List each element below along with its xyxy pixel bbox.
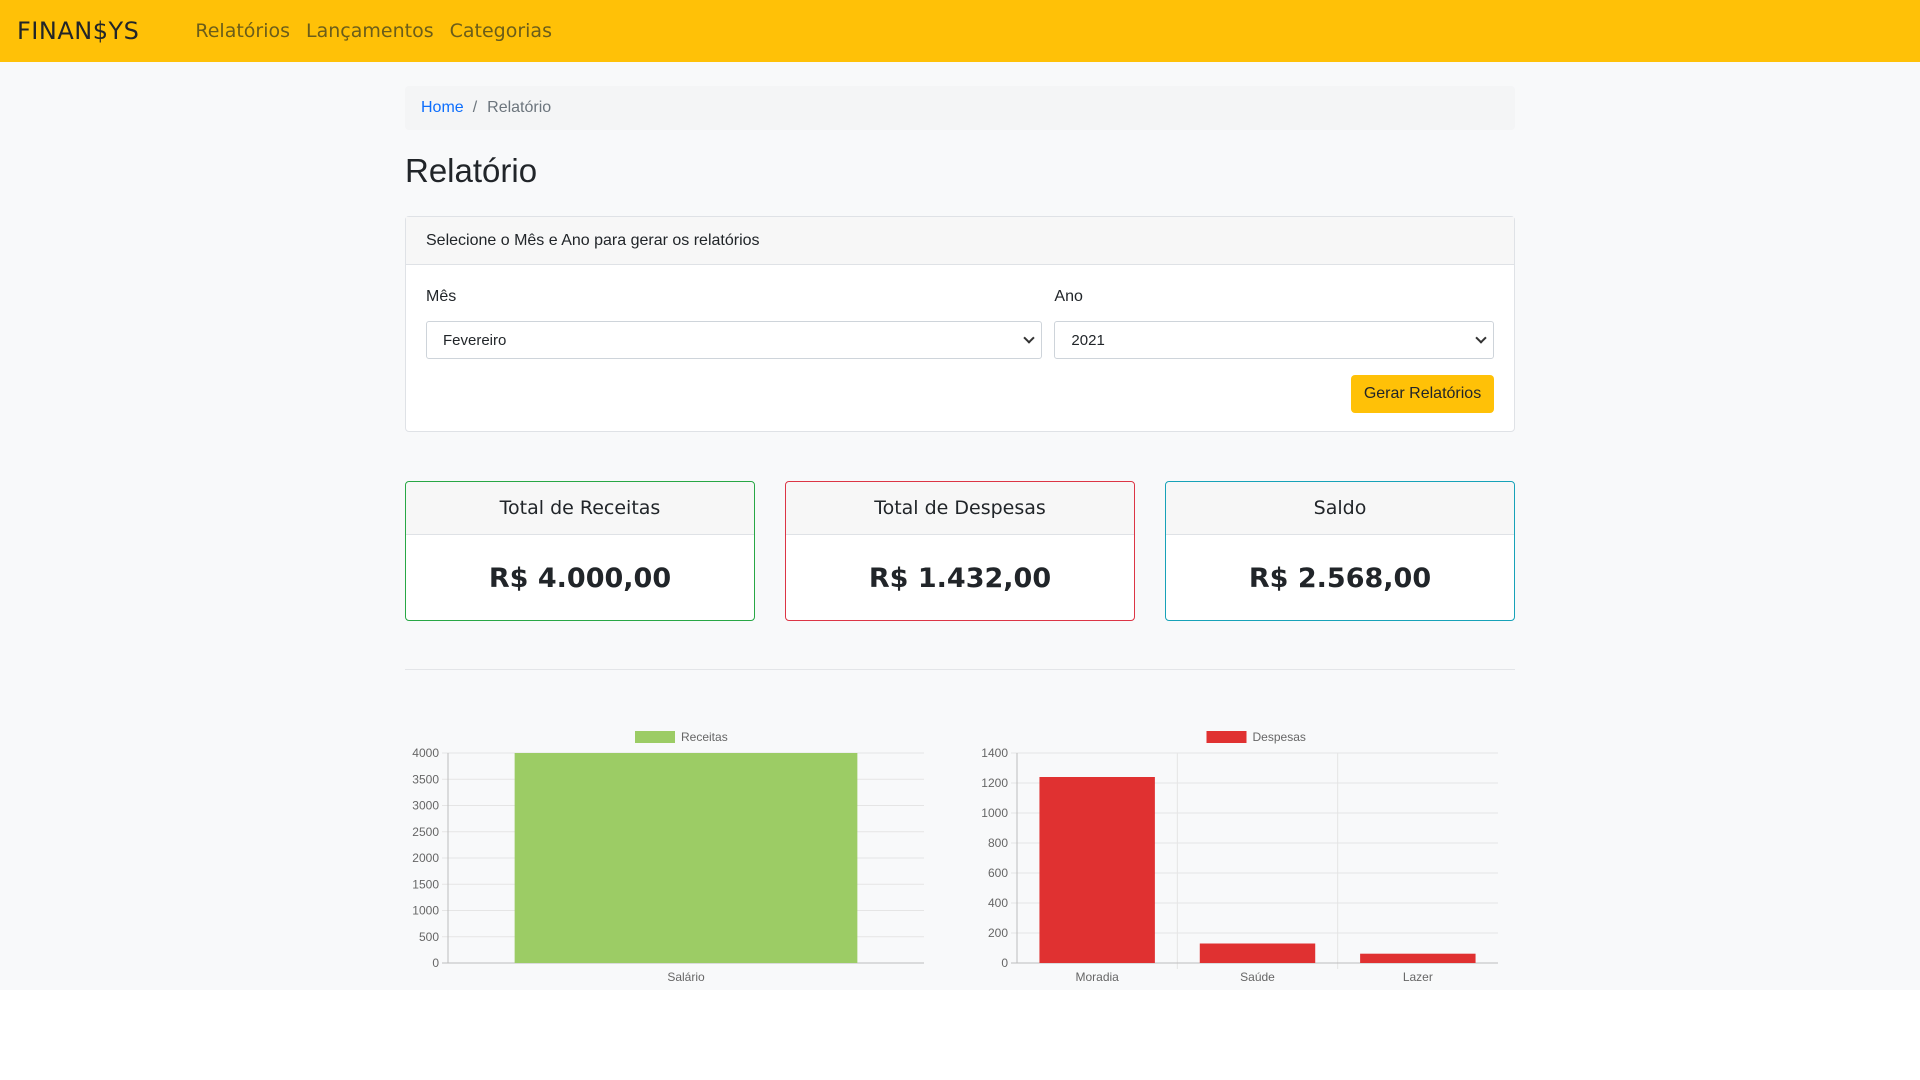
summary-cards: Total de Receitas R$ 4.000,00 Total de D… [405,481,1515,621]
filter-actions: Gerar Relatórios [406,359,1514,413]
legend-swatch [635,731,675,743]
generate-reports-button[interactable]: Gerar Relatórios [1351,375,1494,413]
breadcrumb-current: Relatório [487,99,552,116]
chevron-down-icon [1475,332,1487,344]
y-tick-label: 3000 [412,799,439,813]
y-tick-label: 1500 [412,877,439,891]
page-title: Relatório [405,152,538,189]
filter-card: Selecione o Mês e Ano para gerar os rela… [405,216,1515,432]
month-select-value: Fevereiro [443,331,507,349]
main-container: Home / Relatório Relatório Selecione o M… [405,62,1515,670]
year-select-value: 2021 [1071,331,1105,349]
total-despesas-title: Total de Despesas [786,482,1134,535]
y-tick-label: 1400 [981,746,1008,760]
y-tick-label: 800 [988,836,1008,850]
y-tick-label: 2000 [412,851,439,865]
saldo-card: Saldo R$ 2.568,00 [1165,481,1515,621]
breadcrumb: Home / Relatório [405,86,1515,130]
bar-saúde [1199,943,1316,963]
saldo-title: Saldo [1166,482,1514,535]
chevron-down-icon [1023,332,1036,344]
total-despesas-value: R$ 1.432,00 [868,562,1052,594]
x-tick-label: Lazer [1403,970,1433,984]
saldo-value: R$ 2.568,00 [1248,562,1432,594]
y-tick-label: 3500 [412,772,439,786]
brand-logo[interactable]: FINAN$YS [17,17,139,45]
y-tick-label: 1000 [412,904,439,918]
page: FINAN$YS Relatórios Lançamentos Categori… [0,0,1920,990]
month-group: Mês Fevereiro [426,285,1043,359]
bar-moradia [1039,777,1155,963]
filter-form: Mês Fevereiro Ano 2021 [406,265,1514,359]
year-group: Ano 2021 [1054,285,1494,359]
x-tick-label: Saúde [1240,970,1275,984]
receitas-chart: Receitas 0 500 1000 1500 2000 2500 3000 3500 4000… [412,730,924,984]
y-tick-label: 600 [988,866,1008,880]
total-receitas-title: Total de Receitas [406,482,754,535]
y-tick-label: 1000 [981,806,1008,820]
total-receitas-value: R$ 4.000,00 [488,562,672,594]
nav-link-categorias[interactable]: Categorias [450,20,552,42]
total-receitas-card: Total de Receitas R$ 4.000,00 [405,481,755,621]
y-tick-label: 4000 [412,746,439,760]
y-tick-label: 1200 [981,776,1008,790]
nav-link-relatorios[interactable]: Relatórios [195,20,290,42]
y-tick-label: 0 [432,956,439,970]
legend-swatch [1206,731,1247,743]
nav-link-lancamentos[interactable]: Lançamentos [306,20,434,42]
x-tick-label: Moradia [1075,970,1119,984]
despesas-chart: Despesas 0 200 400 600 800 1000 1200 1400 Moradia… [981,730,1498,984]
section-divider [405,669,1515,670]
y-tick-label: 0 [1001,956,1008,970]
total-despesas-card: Total de Despesas R$ 1.432,00 [785,481,1135,621]
filter-card-header: Selecione o Mês e Ano para gerar os rela… [406,217,1514,265]
year-label: Ano [1054,288,1083,305]
legend-label: Receitas [681,730,728,744]
y-tick-label: 2500 [412,825,439,839]
y-tick-label: 500 [419,930,439,944]
y-tick-label: 200 [988,926,1008,940]
breadcrumb-separator: / [472,99,478,116]
month-label: Mês [426,288,457,305]
year-select[interactable]: 2021 [1054,321,1494,359]
bar-salário [514,753,858,963]
bar-lazer [1360,953,1476,963]
month-select[interactable]: Fevereiro [426,321,1043,359]
x-tick-label: Salário [667,970,705,984]
navbar: FINAN$YS Relatórios Lançamentos Categori… [0,0,1920,62]
y-tick-label: 400 [988,896,1008,910]
legend-label: Despesas [1253,730,1306,744]
breadcrumb-home-link[interactable]: Home [421,99,464,117]
